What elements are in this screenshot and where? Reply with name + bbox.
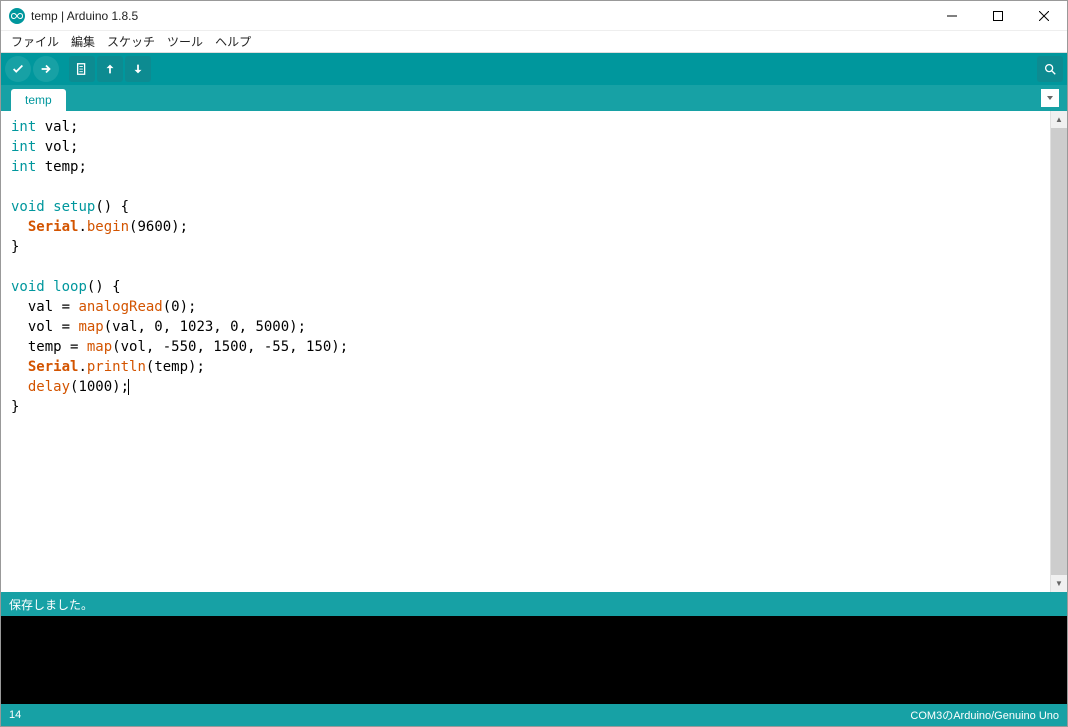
close-button[interactable]	[1021, 1, 1067, 31]
titlebar: temp | Arduino 1.8.5	[1, 1, 1067, 31]
maximize-button[interactable]	[975, 1, 1021, 31]
save-status-text: 保存しました。	[9, 596, 93, 613]
menu-file[interactable]: ファイル	[5, 31, 65, 52]
scroll-thumb[interactable]	[1051, 128, 1067, 575]
editor-area: int val;int vol;int temp; void setup() {…	[1, 111, 1067, 592]
console-output[interactable]	[1, 616, 1067, 704]
menu-sketch[interactable]: スケッチ	[101, 31, 161, 52]
menu-help[interactable]: ヘルプ	[209, 31, 257, 52]
serial-monitor-button[interactable]	[1037, 56, 1063, 82]
menu-tools[interactable]: ツール	[161, 31, 209, 52]
verify-button[interactable]	[5, 56, 31, 82]
tabbar: temp	[1, 85, 1067, 111]
bottom-status-bar: 14 COM3のArduino/Genuino Uno	[1, 704, 1067, 726]
code-editor[interactable]: int val;int vol;int temp; void setup() {…	[1, 111, 1067, 592]
status-message-bar: 保存しました。	[1, 592, 1067, 616]
menubar: ファイル 編集 スケッチ ツール ヘルプ	[1, 31, 1067, 53]
board-port-label: COM3のArduino/Genuino Uno	[910, 707, 1059, 723]
menu-edit[interactable]: 編集	[65, 31, 101, 52]
window-title: temp | Arduino 1.8.5	[31, 9, 929, 23]
save-button[interactable]	[125, 56, 151, 82]
scroll-down-icon[interactable]: ▼	[1051, 575, 1067, 592]
minimize-button[interactable]	[929, 1, 975, 31]
line-number: 14	[9, 709, 21, 721]
toolbar	[1, 53, 1067, 85]
scroll-up-icon[interactable]: ▲	[1051, 111, 1067, 128]
open-button[interactable]	[97, 56, 123, 82]
arduino-logo-icon	[9, 8, 25, 24]
tab-temp[interactable]: temp	[11, 89, 66, 111]
upload-button[interactable]	[33, 56, 59, 82]
new-button[interactable]	[69, 56, 95, 82]
vertical-scrollbar[interactable]: ▲ ▼	[1050, 111, 1067, 592]
tab-dropdown-button[interactable]	[1041, 89, 1059, 107]
